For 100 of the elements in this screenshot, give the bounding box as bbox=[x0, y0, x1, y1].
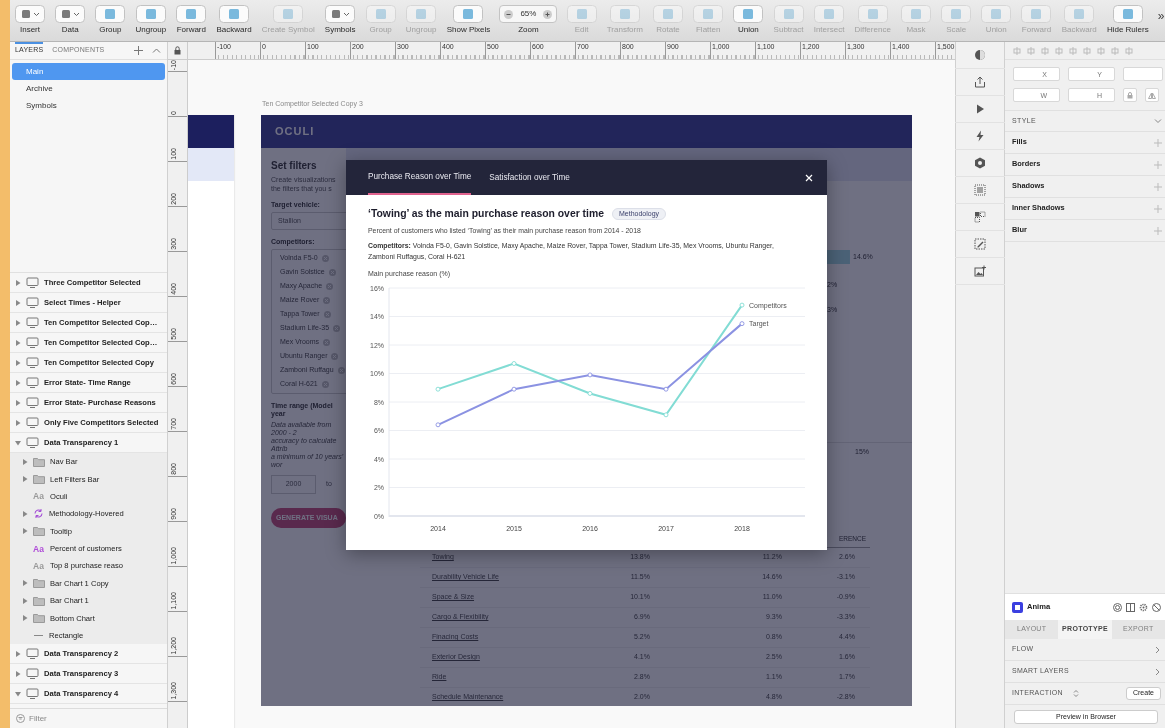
hexagon-icon[interactable] bbox=[974, 157, 986, 169]
lock-icon[interactable] bbox=[174, 46, 181, 55]
panel-icon[interactable] bbox=[1126, 602, 1135, 612]
layout-icon[interactable] bbox=[974, 184, 986, 196]
square-icon bbox=[941, 5, 972, 23]
artboard-icon bbox=[26, 397, 39, 408]
folder-icon bbox=[33, 613, 45, 624]
component-grid-icon[interactable] bbox=[974, 211, 986, 223]
disclosure-triangle-icon[interactable] bbox=[22, 580, 28, 587]
disclosure-triangle-icon[interactable] bbox=[22, 458, 28, 465]
data-point bbox=[663, 412, 669, 418]
stepper-icon[interactable] bbox=[1072, 689, 1079, 698]
remove-icon[interactable] bbox=[323, 311, 331, 318]
toolbar-button[interactable]: Symbols bbox=[323, 5, 357, 34]
add-image-icon[interactable] bbox=[974, 265, 986, 277]
pencil-frame-icon[interactable] bbox=[974, 238, 986, 250]
page-item[interactable]: Archive bbox=[12, 80, 165, 97]
toolbar-button[interactable]: Forward bbox=[175, 5, 208, 34]
disclosure-triangle-icon[interactable] bbox=[15, 359, 21, 366]
number-field[interactable] bbox=[1123, 67, 1163, 81]
toolbar-button[interactable]: Union bbox=[732, 5, 765, 34]
toolbar-button[interactable]: Hide Rulers bbox=[1105, 5, 1150, 34]
disclosure-triangle-icon[interactable] bbox=[15, 279, 21, 286]
disclosure-triangle-icon[interactable] bbox=[15, 690, 21, 697]
data-point bbox=[587, 391, 593, 397]
overflow-button[interactable]: » bbox=[1157, 9, 1165, 24]
square-icon bbox=[1021, 5, 1052, 23]
artboard-icon bbox=[26, 277, 39, 288]
disclosure-triangle-icon[interactable] bbox=[15, 299, 21, 306]
disclosure-triangle-icon[interactable] bbox=[15, 339, 21, 346]
disclosure-triangle-icon[interactable] bbox=[15, 419, 21, 426]
remove-icon[interactable] bbox=[321, 255, 329, 262]
square-icon bbox=[1064, 5, 1095, 23]
toolbar-button[interactable]: Ungroup bbox=[134, 5, 168, 34]
folder-icon bbox=[33, 595, 45, 606]
artboard-icon bbox=[26, 688, 39, 700]
lightning-icon[interactable] bbox=[974, 130, 986, 142]
square-icon bbox=[453, 5, 484, 23]
disclosure-triangle-icon[interactable] bbox=[15, 399, 21, 406]
flip-button[interactable] bbox=[1145, 88, 1159, 102]
anima-logo-icon bbox=[1012, 601, 1023, 613]
disclosure-triangle-icon[interactable] bbox=[15, 670, 21, 677]
remove-icon[interactable] bbox=[321, 381, 329, 388]
panel-title: Set filters bbox=[271, 160, 318, 172]
data-point bbox=[587, 372, 593, 378]
square-icon bbox=[901, 5, 931, 23]
half-circle-icon[interactable] bbox=[974, 49, 986, 61]
lock-button[interactable] bbox=[1123, 88, 1137, 102]
close-button[interactable] bbox=[805, 173, 813, 182]
bar bbox=[827, 250, 850, 264]
toolbar-button[interactable]: Show Pixels bbox=[445, 5, 492, 34]
share-icon[interactable] bbox=[974, 76, 986, 88]
plus-icon bbox=[543, 9, 553, 19]
artboard-icon bbox=[26, 357, 39, 368]
lock-icon bbox=[1127, 91, 1133, 99]
chevron-down-icon[interactable] bbox=[1154, 117, 1162, 125]
disclosure-triangle-icon[interactable] bbox=[15, 650, 21, 657]
artboard-icon bbox=[26, 377, 39, 388]
chart-tab[interactable]: Purchase Reason over Time bbox=[368, 172, 472, 195]
target-icon[interactable] bbox=[1113, 602, 1122, 612]
nav-bar bbox=[188, 115, 234, 148]
zoom-control[interactable]: 65% bbox=[499, 5, 558, 23]
remove-icon[interactable] bbox=[328, 269, 336, 276]
disclosure-triangle-icon[interactable] bbox=[22, 476, 28, 483]
data-point bbox=[435, 422, 441, 428]
disclosure-triangle-icon[interactable] bbox=[22, 528, 28, 535]
disclosure-triangle-icon[interactable] bbox=[15, 319, 21, 326]
toolbar-button[interactable]: Insert bbox=[14, 5, 46, 34]
disclosure-triangle-icon[interactable] bbox=[15, 439, 21, 446]
plus-icon[interactable] bbox=[134, 46, 143, 55]
remove-icon[interactable] bbox=[337, 367, 345, 374]
disclosure-triangle-icon[interactable] bbox=[22, 597, 28, 604]
remove-icon[interactable] bbox=[331, 353, 339, 360]
chart-tab[interactable]: Satisfaction over Time bbox=[489, 160, 570, 195]
blocked-icon[interactable] bbox=[1152, 602, 1161, 612]
minus-icon bbox=[504, 9, 514, 19]
disclosure-triangle-icon[interactable] bbox=[22, 615, 28, 622]
chevron-up-icon[interactable] bbox=[152, 46, 161, 55]
toolbar-button[interactable]: Backward bbox=[215, 5, 253, 34]
play-icon[interactable] bbox=[974, 103, 986, 115]
remove-icon[interactable] bbox=[326, 283, 334, 290]
square-icon bbox=[857, 5, 888, 23]
symbol-icon bbox=[33, 508, 44, 520]
flip-icon bbox=[1148, 91, 1156, 99]
square-icon bbox=[406, 5, 437, 23]
filter-field[interactable]: Filter bbox=[29, 713, 149, 724]
square-icon bbox=[609, 5, 640, 23]
text-layer-glyph: Aa bbox=[33, 560, 45, 572]
square-icon bbox=[273, 5, 304, 23]
settings-icon[interactable] bbox=[1139, 602, 1148, 612]
filter-icon bbox=[16, 714, 25, 723]
remove-icon[interactable] bbox=[333, 325, 341, 332]
folder-icon bbox=[33, 456, 45, 467]
toolbar-button[interactable]: Group bbox=[94, 5, 127, 34]
disclosure-triangle-icon[interactable] bbox=[15, 379, 21, 386]
page-item[interactable]: Symbols bbox=[12, 97, 165, 114]
toolbar-button[interactable]: Data bbox=[54, 5, 87, 34]
disclosure-triangle-icon[interactable] bbox=[22, 510, 28, 517]
artboard-icon bbox=[26, 317, 39, 328]
square-icon bbox=[733, 5, 764, 23]
